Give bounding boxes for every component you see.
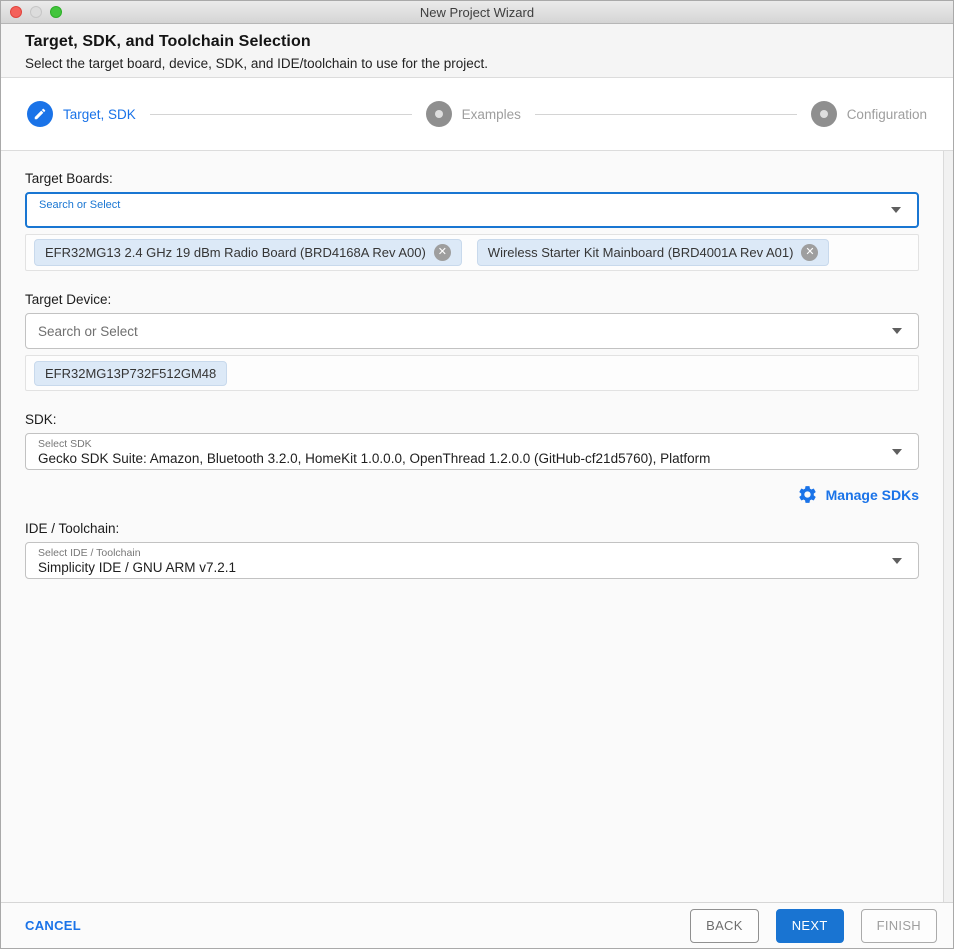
device-chip-label: EFR32MG13P732F512GM48: [45, 365, 217, 381]
step-label-examples: Examples: [461, 106, 521, 122]
target-boards-placeholder: Search or Select: [39, 199, 121, 211]
sdk-select-value: Gecko SDK Suite: Amazon, Bluetooth 3.2.0…: [38, 451, 711, 466]
wizard-header: Target, SDK, and Toolchain Selection Sel…: [1, 24, 953, 78]
step-connector: [534, 113, 797, 115]
wizard-stepper: Target, SDK Examples Configuration: [1, 78, 953, 151]
target-boards-chip-row: EFR32MG13 2.4 GHz 19 dBm Radio Board (BR…: [25, 234, 919, 271]
ide-toolchain-select[interactable]: Select IDE / Toolchain Simplicity IDE / …: [25, 542, 919, 579]
wizard-footer: CANCEL BACK NEXT FINISH: [1, 902, 953, 948]
chevron-down-icon[interactable]: [892, 328, 902, 334]
board-chip: EFR32MG13 2.4 GHz 19 dBm Radio Board (BR…: [34, 239, 462, 266]
chevron-down-icon[interactable]: [892, 448, 902, 455]
target-device-section: Target Device: EFR32MG13P732F512GM48: [25, 292, 919, 391]
close-window-button[interactable]: [10, 6, 22, 18]
pencil-icon: [27, 101, 53, 127]
ide-toolchain-label: IDE / Toolchain:: [25, 521, 120, 536]
scrollbar-track[interactable]: [943, 151, 953, 902]
sdk-label: SDK:: [25, 412, 57, 427]
sdk-select-caption: Select SDK: [38, 438, 92, 450]
window-controls: [10, 6, 62, 18]
target-device-input[interactable]: [26, 314, 870, 348]
dot-icon: [810, 101, 837, 127]
page-subtitle: Select the target board, device, SDK, an…: [25, 56, 489, 71]
step-examples[interactable]: Examples: [425, 101, 521, 127]
step-label-target-sdk: Target, SDK: [63, 106, 136, 122]
zoom-window-button[interactable]: [50, 6, 62, 18]
board-chip: Wireless Starter Kit Mainboard (BRD4001A…: [476, 239, 830, 266]
target-device-label: Target Device:: [25, 292, 112, 307]
finish-button[interactable]: FINISH: [860, 908, 937, 943]
board-chip-label: Wireless Starter Kit Mainboard (BRD4001A…: [487, 245, 794, 260]
new-project-wizard-dialog: New Project Wizard Target, SDK, and Tool…: [0, 0, 954, 949]
step-connector: [149, 113, 412, 115]
ide-toolchain-section: IDE / Toolchain: Select IDE / Toolchain …: [25, 521, 919, 579]
manage-sdks-row: Manage SDKs: [25, 484, 919, 505]
target-device-chip-row: EFR32MG13P732F512GM48: [25, 355, 919, 391]
window-title: New Project Wizard: [419, 4, 535, 20]
sdk-select[interactable]: Select SDK Gecko SDK Suite: Amazon, Blue…: [25, 433, 919, 470]
remove-chip-icon[interactable]: ✕: [433, 244, 451, 261]
sdk-section: SDK: Select SDK Gecko SDK Suite: Amazon,…: [25, 412, 919, 505]
ide-toolchain-select-caption: Select IDE / Toolchain: [38, 547, 141, 559]
step-target-sdk[interactable]: Target, SDK: [27, 101, 136, 127]
dot-icon: [425, 101, 452, 127]
ide-toolchain-select-value: Simplicity IDE / GNU ARM v7.2.1: [38, 560, 237, 575]
back-button[interactable]: BACK: [690, 908, 759, 943]
page-title: Target, SDK, and Toolchain Selection: [25, 33, 311, 50]
target-boards-section: Target Boards: Search or Select EFR32MG1…: [25, 171, 919, 271]
target-device-combobox[interactable]: [25, 313, 919, 349]
board-chip-label: EFR32MG13 2.4 GHz 19 dBm Radio Board (BR…: [45, 245, 426, 260]
step-configuration[interactable]: Configuration: [810, 101, 927, 127]
device-chip: EFR32MG13P732F512GM48: [34, 360, 228, 386]
chevron-down-icon[interactable]: [892, 557, 902, 564]
target-boards-combobox[interactable]: Search or Select: [25, 192, 919, 228]
step-label-configuration: Configuration: [846, 106, 927, 122]
manage-sdks-link[interactable]: Manage SDKs: [826, 487, 919, 503]
chevron-down-icon[interactable]: [891, 207, 901, 213]
titlebar: New Project Wizard: [1, 1, 953, 24]
cancel-button[interactable]: CANCEL: [25, 918, 81, 933]
remove-chip-icon[interactable]: ✕: [801, 244, 819, 261]
wizard-content: Target Boards: Search or Select EFR32MG1…: [1, 151, 953, 902]
minimize-window-button[interactable]: [30, 6, 42, 18]
next-button[interactable]: NEXT: [775, 908, 844, 943]
target-boards-label: Target Boards:: [25, 171, 113, 186]
gear-icon: [797, 484, 818, 505]
